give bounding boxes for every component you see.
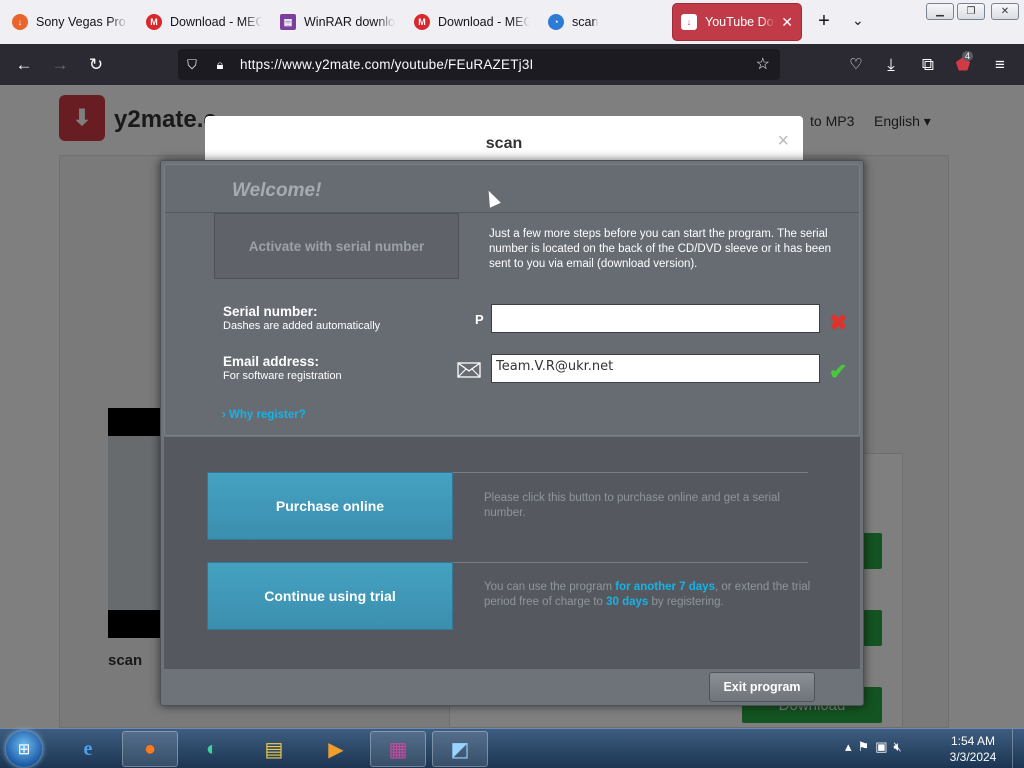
downloads-icon[interactable]: ⤓ [879,53,903,77]
url-text[interactable]: https://www.y2mate.com/youtube/FEuRAZETj… [240,57,534,72]
tab-strip: ↓ Sony Vegas Pro 1 M Download - MEG ▤ Wi… [0,0,1024,44]
start-button[interactable]: ⊞ [6,731,42,767]
activate-serial-tab[interactable]: Activate with serial number [214,213,459,279]
envelope-icon [457,362,481,383]
menu-icon[interactable]: ≡ [988,53,1012,77]
y2mate-icon: ↓ [681,14,697,30]
url-bar[interactable]: ⛉ 🔒︎ https://www.y2mate.com/youtube/FEuR… [178,49,780,80]
tab-mega-download-1[interactable]: M Download - MEG [138,4,270,40]
serial-prefix: P [475,312,484,327]
purchase-description: Please click this button to purchase onl… [484,492,780,519]
bookmark-star-icon[interactable]: ☆ [756,54,770,74]
why-register-label: Why register? [229,409,306,421]
modal-title: scan [485,135,523,152]
file-explorer-icon[interactable]: ▤ [246,731,302,767]
welcome-heading: Welcome! [232,180,322,201]
purchase-divider [453,472,808,473]
mega-icon: M [146,14,162,30]
clock-date: 3/3/2024 [949,750,997,764]
mega-icon: M [414,14,430,30]
tab-sony-vegas[interactable]: ↓ Sony Vegas Pro 1 [4,4,136,40]
lock-icon[interactable]: 🔒︎ [206,57,234,73]
messenger-icon[interactable]: ◐ [184,731,240,767]
download-icon: ↓ [12,14,28,30]
minimize-button[interactable]: ▁ [926,3,954,20]
volume-muted-icon[interactable]: 🔇︎ [893,739,907,754]
tab-youtube-downloader[interactable]: ↓ YouTube Dow ✕ [673,4,801,40]
purchase-online-button[interactable]: Purchase online [207,472,453,540]
activation-panel: Welcome! Activate with serial number Jus… [164,164,860,436]
internet-explorer-icon[interactable]: e [60,731,116,767]
close-window-button[interactable]: ✕ [991,3,1019,20]
valid-check-icon: ✔ [829,359,848,384]
pocket-icon[interactable]: ♡ [844,53,868,77]
tab-winrar[interactable]: ▤ WinRAR downlo [272,4,404,40]
exit-program-button[interactable]: Exit program [709,672,815,702]
system-clock[interactable]: 1:54 AM 3/3/2024 [936,733,1010,765]
tab-mega-download-2[interactable]: M Download - MEG [406,4,538,40]
tab-scan[interactable]: ◔ scan [540,4,670,40]
why-register-link[interactable]: › Why register? [222,409,306,421]
trial-description: You can use the program for another 7 da… [484,580,819,610]
extension-badge: 4 [962,51,974,61]
modal-close-icon[interactable]: × [777,130,789,153]
trial-divider [453,562,808,563]
serial-label: Serial number: [223,304,318,319]
trial-desc-part: You can use the program [484,581,616,593]
email-address-input[interactable]: Team.V.R@ukr.net [491,354,820,383]
back-icon[interactable]: ← [12,53,36,77]
winrar-taskbar-icon[interactable]: ▦ [370,731,426,767]
serial-label-group: Serial number: Dashes are added automati… [223,304,380,332]
navigation-toolbar: ← → ↻ ⛉ 🔒︎ https://www.y2mate.com/youtub… [0,44,1024,85]
scan-app-taskbar-icon[interactable]: ◩ [432,731,488,767]
email-hint: For software registration [223,370,342,382]
extensions-icon[interactable]: ⧉ [916,53,940,77]
invalid-x-icon: ✖ [829,310,848,335]
email-label: Email address: [223,354,320,369]
clock-time: 1:54 AM [950,734,996,748]
trial-days-highlight: for another 7 days [615,581,715,593]
system-tray[interactable]: ▴⚑▣🔇︎ [845,739,908,755]
winrar-icon: ▤ [280,14,296,30]
email-label-group: Email address: For software registration [223,354,342,382]
network-icon[interactable]: ▣ [875,739,893,754]
continue-trial-button[interactable]: Continue using trial [207,562,453,630]
activation-dialog: Welcome! Activate with serial number Jus… [160,160,864,706]
action-center-flag-icon[interactable]: ⚑ [858,739,876,754]
chevron-right-icon: › [222,409,226,421]
new-tab-button[interactable]: + [812,10,836,33]
taskbar: ⊞ e ● ◐ ▤ ▶ ▦ ◩ ▴⚑▣🔇︎ 1:54 AM 3/3/2024 [0,728,1024,768]
show-desktop-button[interactable] [1012,729,1024,768]
serial-hint: Dashes are added automatically [223,320,381,332]
trial-desc-part: by registering. [648,596,724,608]
firefox-icon[interactable]: ● [122,731,178,767]
extended-days-highlight: 30 days [606,596,649,608]
close-tab-icon[interactable]: ✕ [781,14,793,31]
list-all-tabs-icon[interactable]: ⌄ [852,12,864,29]
tracking-shield-icon[interactable]: ⛉ [178,57,206,73]
scan-icon: ◔ [548,14,564,30]
intro-text: Just a few more steps before you can sta… [489,228,831,270]
restore-button[interactable]: ❐ [957,3,985,20]
forward-icon[interactable]: → [48,53,72,77]
media-player-icon[interactable]: ▶ [308,731,364,767]
show-hidden-icons-icon[interactable]: ▴ [845,739,858,754]
serial-number-input[interactable] [491,304,820,333]
reload-icon[interactable]: ↻ [84,53,108,77]
